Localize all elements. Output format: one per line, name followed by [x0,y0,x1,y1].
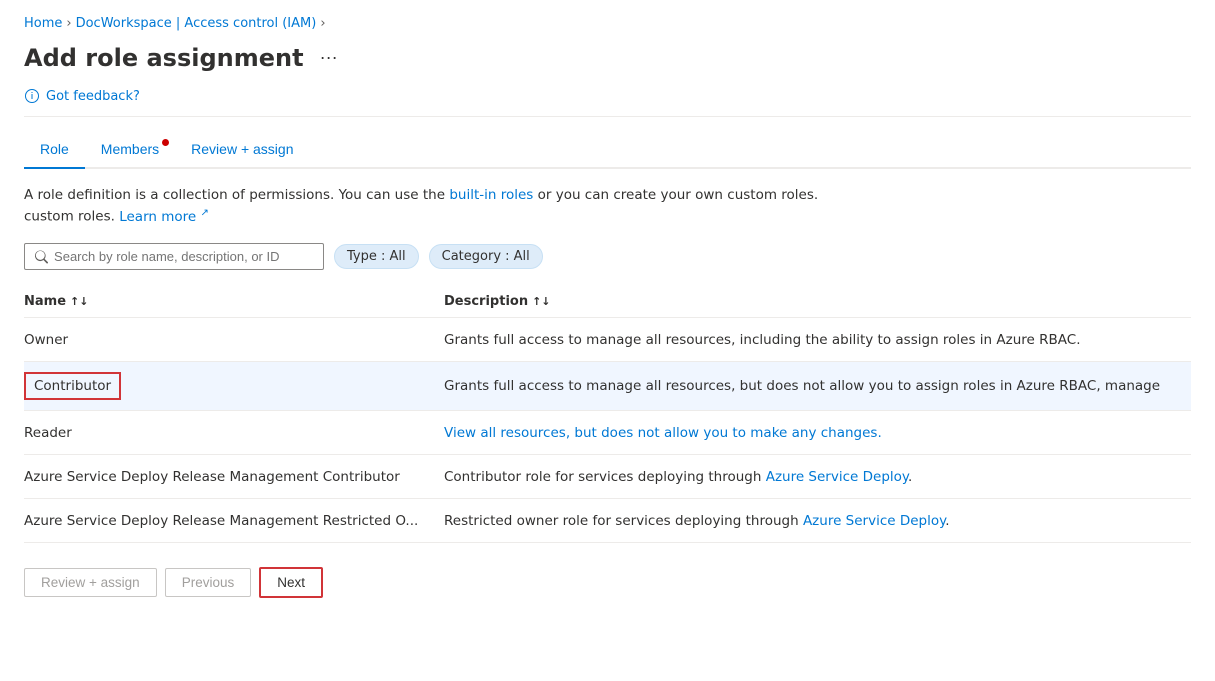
category-filter[interactable]: Category : All [429,244,543,269]
desc-text1: A role definition is a collection of per… [24,187,449,203]
feedback-icon [24,88,40,104]
desc-text2: or you can create your own custom roles. [533,187,818,203]
learn-more-link[interactable]: Learn more ↗ [119,209,209,225]
search-box[interactable] [24,243,324,270]
desc-sort-icon[interactable]: ↑↓ [532,295,550,308]
footer-buttons: Review + assign Previous Next [24,567,1191,598]
built-in-roles-link[interactable]: built-in roles [449,187,533,203]
external-link-icon: ↗ [201,207,209,218]
search-icon [35,250,48,264]
page-title-row: Add role assignment ··· [24,43,1191,72]
asdmro-link[interactable]: Azure Service Deploy [803,513,945,529]
previous-button[interactable]: Previous [165,568,252,597]
contributor-selected-label: Contributor [24,372,121,400]
type-filter[interactable]: Type : All [334,244,419,269]
breadcrumb-sep1: › [66,16,71,31]
col-desc-header: Description ↑↓ [444,294,1191,309]
table-header: Name ↑↓ Description ↑↓ [24,286,1191,318]
divider [24,116,1191,117]
breadcrumb: Home › DocWorkspace | Access control (IA… [24,16,1191,31]
row-name-reader: Reader [24,425,444,441]
row-name-asdmro: Azure Service Deploy Release Management … [24,513,444,529]
row-name-owner: Owner [24,332,444,348]
table-row[interactable]: Contributor Grants full access to manage… [24,362,1191,411]
feedback-label: Got feedback? [46,89,140,104]
table-row[interactable]: Owner Grants full access to manage all r… [24,318,1191,362]
row-desc-reader: View all resources, but does not allow y… [444,425,1191,441]
table-row[interactable]: Reader View all resources, but does not … [24,411,1191,455]
search-input[interactable] [54,249,313,264]
next-button[interactable]: Next [259,567,323,598]
row-name-contributor: Contributor [24,372,444,400]
row-desc-owner: Grants full access to manage all resourc… [444,332,1191,348]
page-title: Add role assignment [24,44,304,72]
row-desc-contributor: Grants full access to manage all resourc… [444,378,1191,394]
review-assign-button[interactable]: Review + assign [24,568,157,597]
name-sort-icon[interactable]: ↑↓ [70,295,88,308]
tabs: Role Members Review + assign [24,133,1191,169]
breadcrumb-sep2: › [320,16,325,31]
breadcrumb-workspace[interactable]: DocWorkspace | Access control (IAM) [76,16,317,31]
roles-table: Name ↑↓ Description ↑↓ Owner Grants full… [24,286,1191,543]
table-row[interactable]: Azure Service Deploy Release Management … [24,455,1191,499]
asdmc-link[interactable]: Azure Service Deploy [766,469,908,485]
col-name-header: Name ↑↓ [24,294,444,309]
table-row[interactable]: Azure Service Deploy Release Management … [24,499,1191,543]
reader-desc-link: View all resources, but does not allow y… [444,425,882,441]
filters-row: Type : All Category : All [24,243,1191,270]
tab-role[interactable]: Role [24,133,85,169]
row-desc-asdmro: Restricted owner role for services deplo… [444,513,1191,529]
description: A role definition is a collection of per… [24,185,1191,227]
row-name-asdmc: Azure Service Deploy Release Management … [24,469,444,485]
tab-members[interactable]: Members [85,133,175,167]
feedback-row[interactable]: Got feedback? [24,88,1191,104]
breadcrumb-home[interactable]: Home [24,16,62,31]
more-options-button[interactable]: ··· [314,43,344,72]
tab-review-assign[interactable]: Review + assign [175,133,309,167]
row-desc-asdmc: Contributor role for services deploying … [444,469,1191,485]
